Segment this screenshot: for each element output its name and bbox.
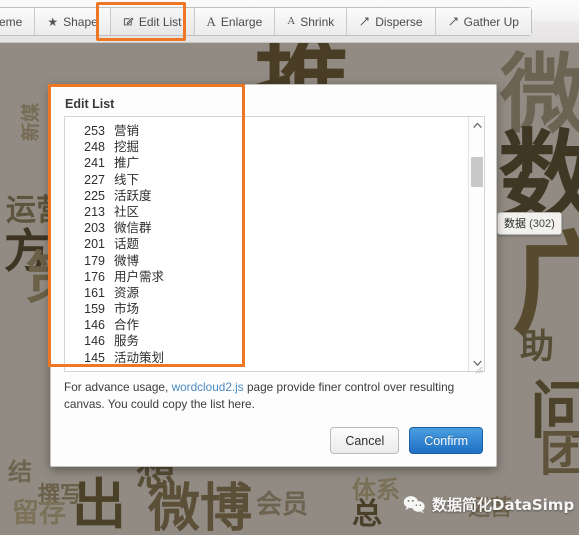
dialog-help-text: For advance usage, wordcloud2.js page pr…	[64, 379, 484, 413]
toolbar-button-edit-list-label: Edit List	[138, 14, 182, 29]
word-count: 201	[84, 237, 105, 252]
toolbar-button-gather-up-label: Gather Up	[463, 14, 519, 29]
star-icon: ★	[47, 14, 59, 29]
confirm-button[interactable]: Confirm	[409, 427, 483, 454]
vertical-scrollbar[interactable]	[468, 117, 484, 371]
wordcloud-word[interactable]: 出	[72, 478, 126, 532]
toolbar-button-enlarge[interactable]: A Enlarge	[194, 8, 276, 35]
toolbar-button-group: Theme ★ Shape Edit List A Enlarge	[0, 7, 532, 36]
word-count: 225	[84, 188, 105, 203]
wordcloud-word[interactable]: 新媒	[20, 103, 42, 141]
word-count: 179	[84, 253, 105, 268]
wordcloud-word[interactable]: 广	[512, 230, 579, 342]
word-count: 145	[84, 350, 105, 365]
word-text: 活跃度	[114, 187, 152, 203]
word-text: 资源	[114, 284, 140, 300]
word-list[interactable]: 253 营销 248 挖掘 241 推广 227 线下 225 活跃度 213 社区 203 微信群 201…	[65, 117, 468, 371]
word-text: 服务	[114, 333, 140, 349]
edit-list-dialog: Edit List 253 营销 248 挖掘 241 推广 227 线下 225 活跃度 213 社…	[50, 84, 497, 467]
toolbar-button-gather-up[interactable]: Gather Up	[435, 8, 531, 35]
word-text: 推广	[114, 155, 140, 171]
word-list-row[interactable]: 241 推广	[65, 155, 468, 171]
word-count: 213	[84, 204, 105, 219]
arrow-collapse-icon	[448, 16, 459, 27]
word-text: 线下	[114, 171, 140, 187]
word-count: 161	[84, 285, 105, 300]
large-a-icon: A	[206, 14, 216, 29]
word-list-row[interactable]: 145 活动策划	[65, 350, 468, 366]
word-list-row[interactable]: 159 市场	[65, 301, 468, 317]
tooltip-word: 数据	[504, 218, 526, 230]
app-root: 推微数广运营方新媒撰写留存出微博会员体系总策问团运营化助结想求 Theme ★ …	[0, 0, 579, 535]
word-list-row[interactable]: 227 线下	[65, 172, 468, 188]
watermark-text: 数据简化DataSimp	[432, 496, 575, 514]
word-text: 微博	[114, 252, 140, 268]
resize-grip-icon[interactable]	[474, 361, 483, 374]
wordcloud-word[interactable]: 助	[520, 330, 554, 364]
word-list-row[interactable]: 253 营销	[65, 123, 468, 139]
toolbar-button-disperse[interactable]: Disperse	[347, 8, 436, 35]
word-count: 176	[84, 269, 105, 284]
word-text: 营销	[114, 123, 140, 138]
word-list-row[interactable]: 248 挖掘	[65, 139, 468, 155]
small-a-icon: A	[287, 15, 296, 27]
dialog-footer: Cancel Confirm	[330, 427, 483, 454]
wechat-icon	[403, 495, 425, 514]
word-list-row[interactable]: 146 服务	[65, 333, 468, 349]
toolbar-button-theme[interactable]: Theme	[0, 8, 36, 35]
wordcloud-word[interactable]: 留存	[12, 500, 66, 527]
wordcloud-word[interactable]: 会员	[256, 492, 308, 518]
tooltip-count: (302)	[529, 218, 555, 230]
wordcloud-word[interactable]: 总	[352, 500, 382, 530]
wordcloud2-link[interactable]: wordcloud2.js	[172, 380, 244, 394]
word-list-row[interactable]: 213 社区	[65, 204, 468, 220]
word-text: 社区	[114, 203, 140, 219]
dialog-title: Edit List	[65, 97, 115, 111]
toolbar-button-edit-list[interactable]: Edit List	[110, 8, 195, 35]
word-list-row[interactable]: 161 资源	[65, 285, 468, 301]
word-count: 146	[84, 334, 105, 349]
toolbar-button-shape[interactable]: ★ Shape	[35, 8, 111, 35]
scrollbar-thumb[interactable]	[471, 157, 483, 187]
word-list-row[interactable]: 225 活跃度	[65, 188, 468, 204]
word-count: 241	[84, 156, 105, 171]
word-count: 203	[84, 221, 105, 236]
word-text: 微信群	[114, 220, 152, 236]
toolbar-button-shrink[interactable]: A Shrink	[275, 8, 348, 35]
toolbar-button-disperse-label: Disperse	[375, 14, 423, 29]
help-text-before: For advance usage,	[64, 380, 172, 394]
toolbar-button-theme-label: Theme	[0, 14, 23, 29]
word-text: 话题	[114, 236, 140, 252]
word-list-row[interactable]: 179 微博	[65, 253, 468, 269]
word-text: 合作	[114, 317, 140, 333]
word-text: 市场	[114, 301, 140, 317]
word-text: 用户需求	[114, 268, 165, 284]
word-count: 159	[84, 302, 105, 317]
word-count: 227	[84, 172, 105, 187]
arrow-expand-icon	[359, 16, 370, 27]
word-count: 253	[84, 124, 105, 138]
toolbar-button-enlarge-label: Enlarge	[220, 14, 263, 29]
word-count: 248	[84, 140, 105, 155]
word-tooltip: 数据 (302)	[497, 212, 562, 235]
toolbar-button-shrink-label: Shrink	[300, 14, 335, 29]
toolbar: Theme ★ Shape Edit List A Enlarge	[0, 0, 579, 43]
word-list-row[interactable]: 176 用户需求	[65, 269, 468, 285]
word-list-row[interactable]: 203 微信群	[65, 220, 468, 236]
word-list-row[interactable]: 146 合作	[65, 317, 468, 333]
word-list-panel[interactable]: 253 营销 248 挖掘 241 推广 227 线下 225 活跃度 213 社区 203 微信群 201…	[64, 116, 485, 374]
word-list-row[interactable]: 201 话题	[65, 236, 468, 252]
scroll-up-icon[interactable]	[469, 117, 485, 133]
wordcloud-word[interactable]: 团	[540, 430, 579, 478]
word-text: 活动策划	[114, 349, 165, 365]
toolbar-button-shape-label: Shape	[63, 14, 98, 29]
watermark: 数据简化DataSimp	[403, 494, 574, 515]
word-text: 挖掘	[114, 139, 140, 155]
pencil-square-icon	[123, 16, 134, 27]
cancel-button[interactable]: Cancel	[330, 427, 400, 454]
wordcloud-word[interactable]: 结	[8, 460, 32, 484]
word-count: 146	[84, 318, 105, 333]
